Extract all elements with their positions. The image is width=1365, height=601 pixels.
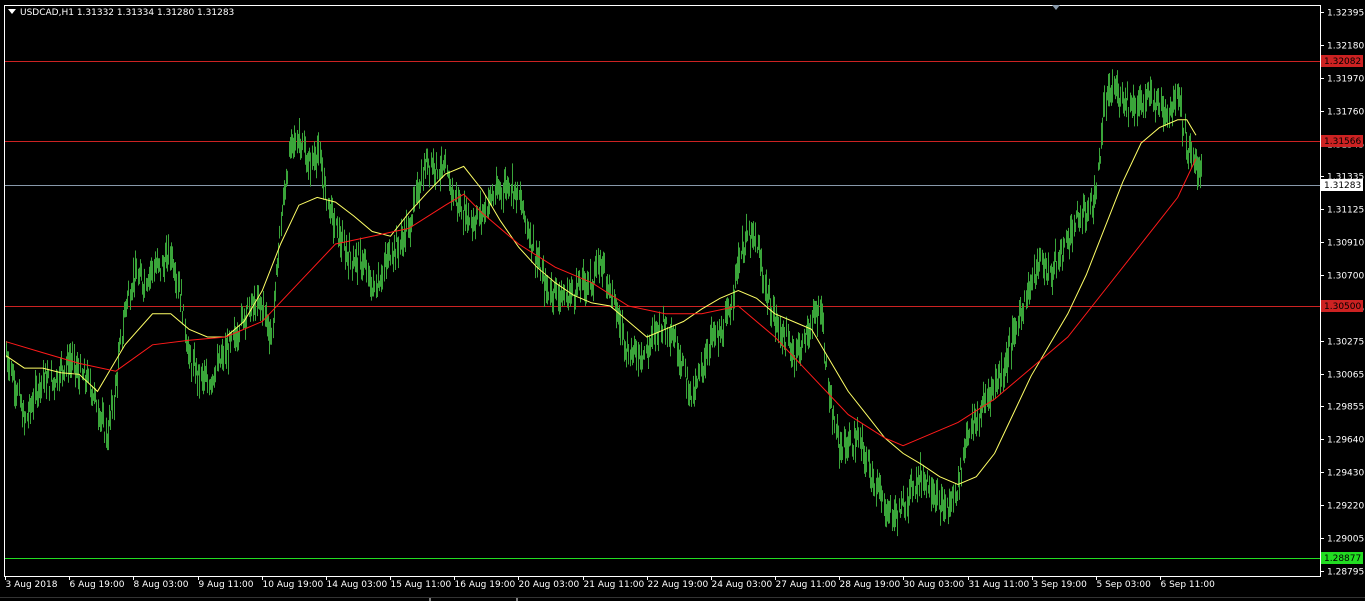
- x-tick-label: 27 Aug 11:00: [776, 580, 837, 590]
- x-tick-label: 28 Aug 19:00: [840, 580, 901, 590]
- y-tick-label: 1.29430: [1327, 469, 1364, 479]
- price-tag-label: 1.30500: [1324, 302, 1361, 312]
- x-tick-label: 10 Aug 19:00: [263, 580, 324, 590]
- x-tick-label: 22 Aug 19:00: [648, 580, 709, 590]
- ma_fast-line: [5, 119, 1197, 486]
- x-tick-label: 24 Aug 03:00: [712, 580, 773, 590]
- y-tick-label: 1.32395: [1327, 9, 1364, 19]
- x-tick-label: 20 Aug 03:00: [519, 580, 580, 590]
- price-chart[interactable]: 1.323951.321801.319701.317601.315451.313…: [0, 0, 1365, 601]
- chart-window: 1.323951.321801.319701.317601.315451.313…: [0, 0, 1365, 601]
- y-tick-label: 1.30910: [1327, 239, 1364, 249]
- x-tick-label: 5 Sep 03:00: [1097, 580, 1152, 590]
- x-tick-label: 14 Aug 03:00: [327, 580, 388, 590]
- y-tick-label: 1.28795: [1327, 568, 1364, 578]
- scroll-marker-icon[interactable]: [1052, 5, 1060, 10]
- x-tick-label: 16 Aug 19:00: [455, 580, 516, 590]
- ma_slow-line: [5, 158, 1197, 447]
- x-tick-label: 30 Aug 03:00: [904, 580, 965, 590]
- chart-title: USDCAD,H1 1.31332 1.31334 1.31280 1.3128…: [20, 8, 234, 18]
- y-tick-label: 1.31760: [1327, 108, 1364, 118]
- y-tick-label: 1.29005: [1327, 535, 1364, 545]
- price-tag-label: 1.31566: [1324, 137, 1361, 147]
- y-tick-label: 1.29855: [1327, 403, 1364, 413]
- dropdown-triangle-icon[interactable]: [8, 9, 16, 14]
- x-tick-label: 9 Aug 11:00: [199, 580, 254, 590]
- y-tick-label: 1.29220: [1327, 502, 1364, 512]
- price-tag-label: 1.28877: [1324, 554, 1361, 564]
- y-tick-label: 1.30065: [1327, 371, 1364, 381]
- y-tick-label: 1.31970: [1327, 75, 1364, 85]
- y-tick-label: 1.31125: [1327, 206, 1364, 216]
- x-tick-label: 15 Aug 11:00: [391, 580, 452, 590]
- price-tag-label: 1.31283: [1324, 181, 1361, 191]
- x-tick-label: 6 Sep 11:00: [1161, 580, 1216, 590]
- x-tick-label: 8 Aug 03:00: [134, 580, 189, 590]
- x-tick-label: 3 Sep 19:00: [1033, 580, 1088, 590]
- y-tick-label: 1.30700: [1327, 272, 1364, 282]
- price-tag-label: 1.32082: [1324, 57, 1361, 67]
- x-tick-label: 31 Aug 11:00: [969, 580, 1030, 590]
- y-tick-label: 1.30275: [1327, 338, 1364, 348]
- chart-frame: [4, 5, 1321, 577]
- x-tick-label: 3 Aug 2018: [6, 580, 58, 590]
- x-tick-label: 21 Aug 11:00: [584, 580, 645, 590]
- y-tick-label: 1.32180: [1327, 42, 1364, 52]
- x-tick-label: 6 Aug 19:00: [70, 580, 125, 590]
- y-tick-label: 1.29640: [1327, 436, 1364, 446]
